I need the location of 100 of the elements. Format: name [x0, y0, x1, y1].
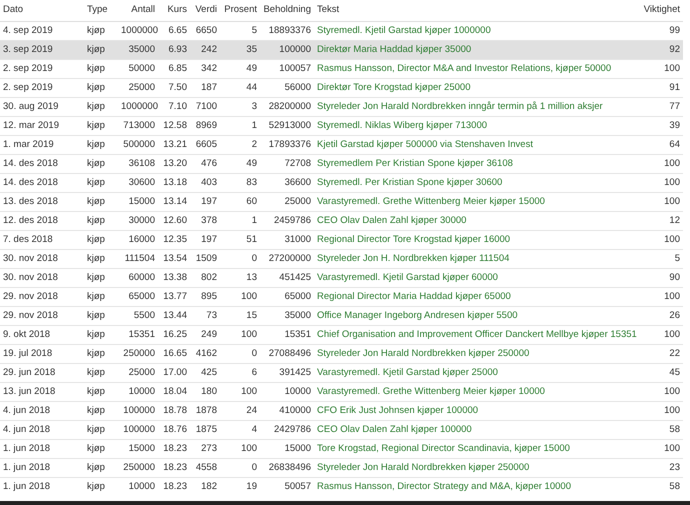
table-cell: 35: [220, 40, 260, 59]
table-cell: 35000: [260, 306, 314, 325]
table-cell: kjøp: [84, 363, 118, 382]
description-cell: Styreleder Jon H. Nordbrekken kjøper 111504: [314, 249, 637, 268]
table-row[interactable]: 4. jun 2018 kjøp 100000 18.78 1878 24 410000 CFO Erik Just Johnsen kjøper 100000 100: [0, 401, 683, 420]
table-cell: 18.23: [158, 439, 190, 458]
table-cell: 100: [637, 382, 683, 401]
table-cell: 45: [637, 363, 683, 382]
table-cell: 16.65: [158, 344, 190, 363]
table-row[interactable]: 2. sep 2019 kjøp 50000 6.85 342 49 100057 Rasmus Hansson, Director M&A and Investor Relations, kjøper 50000 100: [0, 59, 683, 78]
table-cell: 1. jun 2018: [0, 439, 84, 458]
table-cell: 197: [190, 230, 220, 249]
table-cell: 4162: [190, 344, 220, 363]
table-row[interactable]: 19. jul 2018 kjøp 250000 16.65 4162 0 27088496 Styreleder Jon Harald Nordbrekken kjøper 250000 22: [0, 344, 683, 363]
table-row[interactable]: 12. mar 2019 kjøp 713000 12.58 8969 1 52913000 Styremedl. Niklas Wiberg kjøper 713000 39: [0, 116, 683, 135]
table-cell: 100: [220, 287, 260, 306]
table-cell: 10000: [118, 382, 158, 401]
table-cell: 18.78: [158, 401, 190, 420]
table-row[interactable]: 29. jun 2018 kjøp 25000 17.00 425 6 391425 Varastyremedl. Kjetil Garstad kjøper 25000 45: [0, 363, 683, 382]
table-row[interactable]: 1. mar 2019 kjøp 500000 13.21 6605 2 17893376 Kjetil Garstad kjøper 500000 via Stenshaven Invest 64: [0, 135, 683, 154]
table-cell: 4. sep 2019: [0, 21, 84, 40]
table-cell: 18893376: [260, 21, 314, 40]
table-cell: 13.21: [158, 135, 190, 154]
table-cell: 10000: [118, 477, 158, 496]
table-cell: 13.77: [158, 287, 190, 306]
description-cell: CFO Erik Just Johnsen kjøper 100000: [314, 401, 637, 420]
table-cell: 100: [637, 192, 683, 211]
table-row[interactable]: 12. des 2018 kjøp 30000 12.60 378 1 2459786 CEO Olav Dalen Zahl kjøper 30000 12: [0, 211, 683, 230]
table-cell: 273: [190, 439, 220, 458]
table-row[interactable]: 29. nov 2018 kjøp 5500 13.44 73 15 35000 Office Manager Ingeborg Andresen kjøper 5500 26: [0, 306, 683, 325]
table-cell: 1. mar 2019: [0, 135, 84, 154]
table-cell: 0: [220, 249, 260, 268]
table-row[interactable]: 30. nov 2018 kjøp 60000 13.38 802 13 451425 Varastyremedl. Kjetil Garstad kjøper 60000 90: [0, 268, 683, 287]
table-cell: 12.60: [158, 211, 190, 230]
table-row[interactable]: 9. okt 2018 kjøp 15351 16.25 249 100 15351 Chief Organisation and Improvement Officer Danckert Mellbye kjøper 15351 100: [0, 325, 683, 344]
table-row[interactable]: 13. jun 2018 kjøp 10000 18.04 180 100 10000 Varastyremedl. Grethe Wittenberg Meier kjøper 10000 100: [0, 382, 683, 401]
table-cell: 5500: [118, 306, 158, 325]
table-cell: kjøp: [84, 97, 118, 116]
table-cell: kjøp: [84, 306, 118, 325]
table-cell: 14. des 2018: [0, 173, 84, 192]
table-cell: 4. jun 2018: [0, 401, 84, 420]
table-cell: 425: [190, 363, 220, 382]
column-header[interactable]: Prosent: [220, 0, 260, 21]
table-row[interactable]: 7. des 2018 kjøp 16000 12.35 197 51 31000 Regional Director Tore Krogstad kjøper 16000 100: [0, 230, 683, 249]
table-row[interactable]: 2. sep 2019 kjøp 25000 7.50 187 44 56000 Direktør Tore Krogstad kjøper 25000 91: [0, 78, 683, 97]
table-cell: 13. jun 2018: [0, 382, 84, 401]
column-header[interactable]: Dato: [0, 0, 84, 21]
description-cell: Styremedl. Niklas Wiberg kjøper 713000: [314, 116, 637, 135]
table-cell: 182: [190, 477, 220, 496]
table-row[interactable]: 30. aug 2019 kjøp 1000000 7.10 7100 3 28200000 Styreleder Jon Harald Nordbrekken inngår termin på 1 million aksjer 77: [0, 97, 683, 116]
column-header[interactable]: Type: [84, 0, 118, 21]
table-row[interactable]: 14. des 2018 kjøp 30600 13.18 403 83 36600 Styremedl. Per Kristian Spone kjøper 30600 100: [0, 173, 683, 192]
table-row[interactable]: 4. sep 2019 kjøp 1000000 6.65 6650 5 18893376 Styremedl. Kjetil Garstad kjøper 1000000 99: [0, 21, 683, 40]
table-cell: 25000: [118, 78, 158, 97]
table-cell: 100: [637, 154, 683, 173]
table-row[interactable]: 13. des 2018 kjøp 15000 13.14 197 60 25000 Varastyremedl. Grethe Wittenberg Meier kjøper 15000 100: [0, 192, 683, 211]
table-row[interactable]: 14. des 2018 kjøp 36108 13.20 476 49 72708 Styremedlem Per Kristian Spone kjøper 36108 100: [0, 154, 683, 173]
column-header[interactable]: Kurs: [158, 0, 190, 21]
column-header[interactable]: Beholdning: [260, 0, 314, 21]
table-row[interactable]: 29. nov 2018 kjøp 65000 13.77 895 100 65000 Regional Director Maria Haddad kjøper 65000 100: [0, 287, 683, 306]
table-cell: 100: [220, 382, 260, 401]
table-cell: 15000: [260, 439, 314, 458]
table-cell: 18.23: [158, 477, 190, 496]
table-cell: 249: [190, 325, 220, 344]
table-cell: 30. nov 2018: [0, 268, 84, 287]
table-cell: 3. sep 2019: [0, 40, 84, 59]
description-cell: Styreleder Jon Harald Nordbrekken kjøper 250000: [314, 458, 637, 477]
table-cell: 197: [190, 192, 220, 211]
table-cell: kjøp: [84, 116, 118, 135]
column-header[interactable]: Viktighet: [637, 0, 683, 21]
table-cell: 24: [220, 401, 260, 420]
table-row[interactable]: 4. jun 2018 kjøp 100000 18.76 1875 4 2429786 CEO Olav Dalen Zahl kjøper 100000 58: [0, 420, 683, 439]
table-cell: kjøp: [84, 268, 118, 287]
table-cell: 6.93: [158, 40, 190, 59]
table-row[interactable]: 1. jun 2018 kjøp 250000 18.23 4558 0 26838496 Styreleder Jon Harald Nordbrekken kjøper 250000 23: [0, 458, 683, 477]
table-cell: 100: [637, 325, 683, 344]
table-cell: 28200000: [260, 97, 314, 116]
table-cell: 12: [637, 211, 683, 230]
table-cell: kjøp: [84, 439, 118, 458]
table-cell: 30. aug 2019: [0, 97, 84, 116]
table-row[interactable]: 30. nov 2018 kjøp 111504 13.54 1509 0 27200000 Styreleder Jon H. Nordbrekken kjøper 111504 5: [0, 249, 683, 268]
column-header[interactable]: Tekst: [314, 0, 637, 21]
table-row[interactable]: 1. jun 2018 kjøp 15000 18.23 273 100 15000 Tore Krogstad, Regional Director Scandinavia, kjøper 15000 100: [0, 439, 683, 458]
table-cell: 52913000: [260, 116, 314, 135]
table-cell: 49: [220, 154, 260, 173]
table-cell: 13.14: [158, 192, 190, 211]
table-cell: 2459786: [260, 211, 314, 230]
table-cell: 180: [190, 382, 220, 401]
table-cell: kjøp: [84, 192, 118, 211]
description-cell: Styremedl. Kjetil Garstad kjøper 1000000: [314, 21, 637, 40]
column-header[interactable]: Verdi: [190, 0, 220, 21]
table-cell: 18.23: [158, 458, 190, 477]
column-header[interactable]: Antall: [118, 0, 158, 21]
table-cell: 9. okt 2018: [0, 325, 84, 344]
table-cell: 14. des 2018: [0, 154, 84, 173]
table-cell: 35000: [118, 40, 158, 59]
table-cell: 1875: [190, 420, 220, 439]
description-cell: Styreleder Jon Harald Nordbrekken kjøper 250000: [314, 344, 637, 363]
table-cell: 100: [637, 173, 683, 192]
description-cell: Varastyremedl. Grethe Wittenberg Meier kjøper 15000: [314, 192, 637, 211]
